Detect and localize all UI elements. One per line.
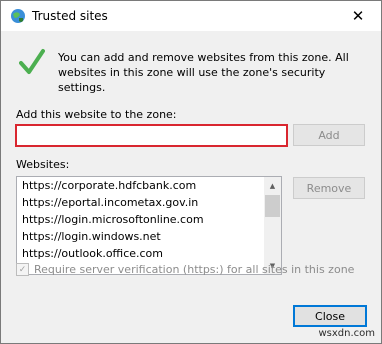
websites-list-items: https://corporate.hdfcbank.com https://e… xyxy=(17,177,263,262)
trusted-sites-dialog: Trusted sites ✕ You can add and remove w… xyxy=(0,0,382,344)
list-item[interactable]: https://login.microsoftonline.com xyxy=(17,211,263,228)
title-bar: Trusted sites ✕ xyxy=(1,1,381,31)
list-item[interactable]: https://outlook.office.com xyxy=(17,245,263,262)
info-message: You can add and remove websites from thi… xyxy=(58,51,349,94)
close-button[interactable]: Close xyxy=(293,305,367,327)
list-item[interactable]: https://corporate.hdfcbank.com xyxy=(17,177,263,194)
list-item[interactable]: https://login.windows.net xyxy=(17,228,263,245)
websites-scrollbar[interactable]: ▲ ▼ xyxy=(264,177,281,274)
scroll-up-icon[interactable]: ▲ xyxy=(264,177,281,194)
add-site-label: Add this website to the zone: xyxy=(16,108,177,121)
websites-list[interactable]: https://corporate.hdfcbank.com https://e… xyxy=(16,176,282,275)
watermark: wsxdn.com xyxy=(318,328,375,339)
remove-button[interactable]: Remove xyxy=(293,177,365,199)
verification-label: Require server verification (https:) for… xyxy=(34,263,355,276)
dialog-content: You can add and remove websites from thi… xyxy=(1,31,381,343)
websites-label: Websites: xyxy=(16,158,70,171)
add-button[interactable]: Add xyxy=(293,124,365,146)
dialog-title: Trusted sites xyxy=(32,9,108,23)
verification-checkbox[interactable]: ✓ xyxy=(16,263,29,276)
verification-row: ✓ Require server verification (https:) f… xyxy=(16,263,354,276)
close-icon[interactable]: ✕ xyxy=(335,1,381,31)
globe-shield-icon xyxy=(11,9,25,23)
scroll-thumb[interactable] xyxy=(265,195,280,217)
list-item[interactable]: https://eportal.incometax.gov.in xyxy=(17,194,263,211)
add-site-input[interactable] xyxy=(15,124,288,147)
checkmark-icon xyxy=(19,49,45,74)
